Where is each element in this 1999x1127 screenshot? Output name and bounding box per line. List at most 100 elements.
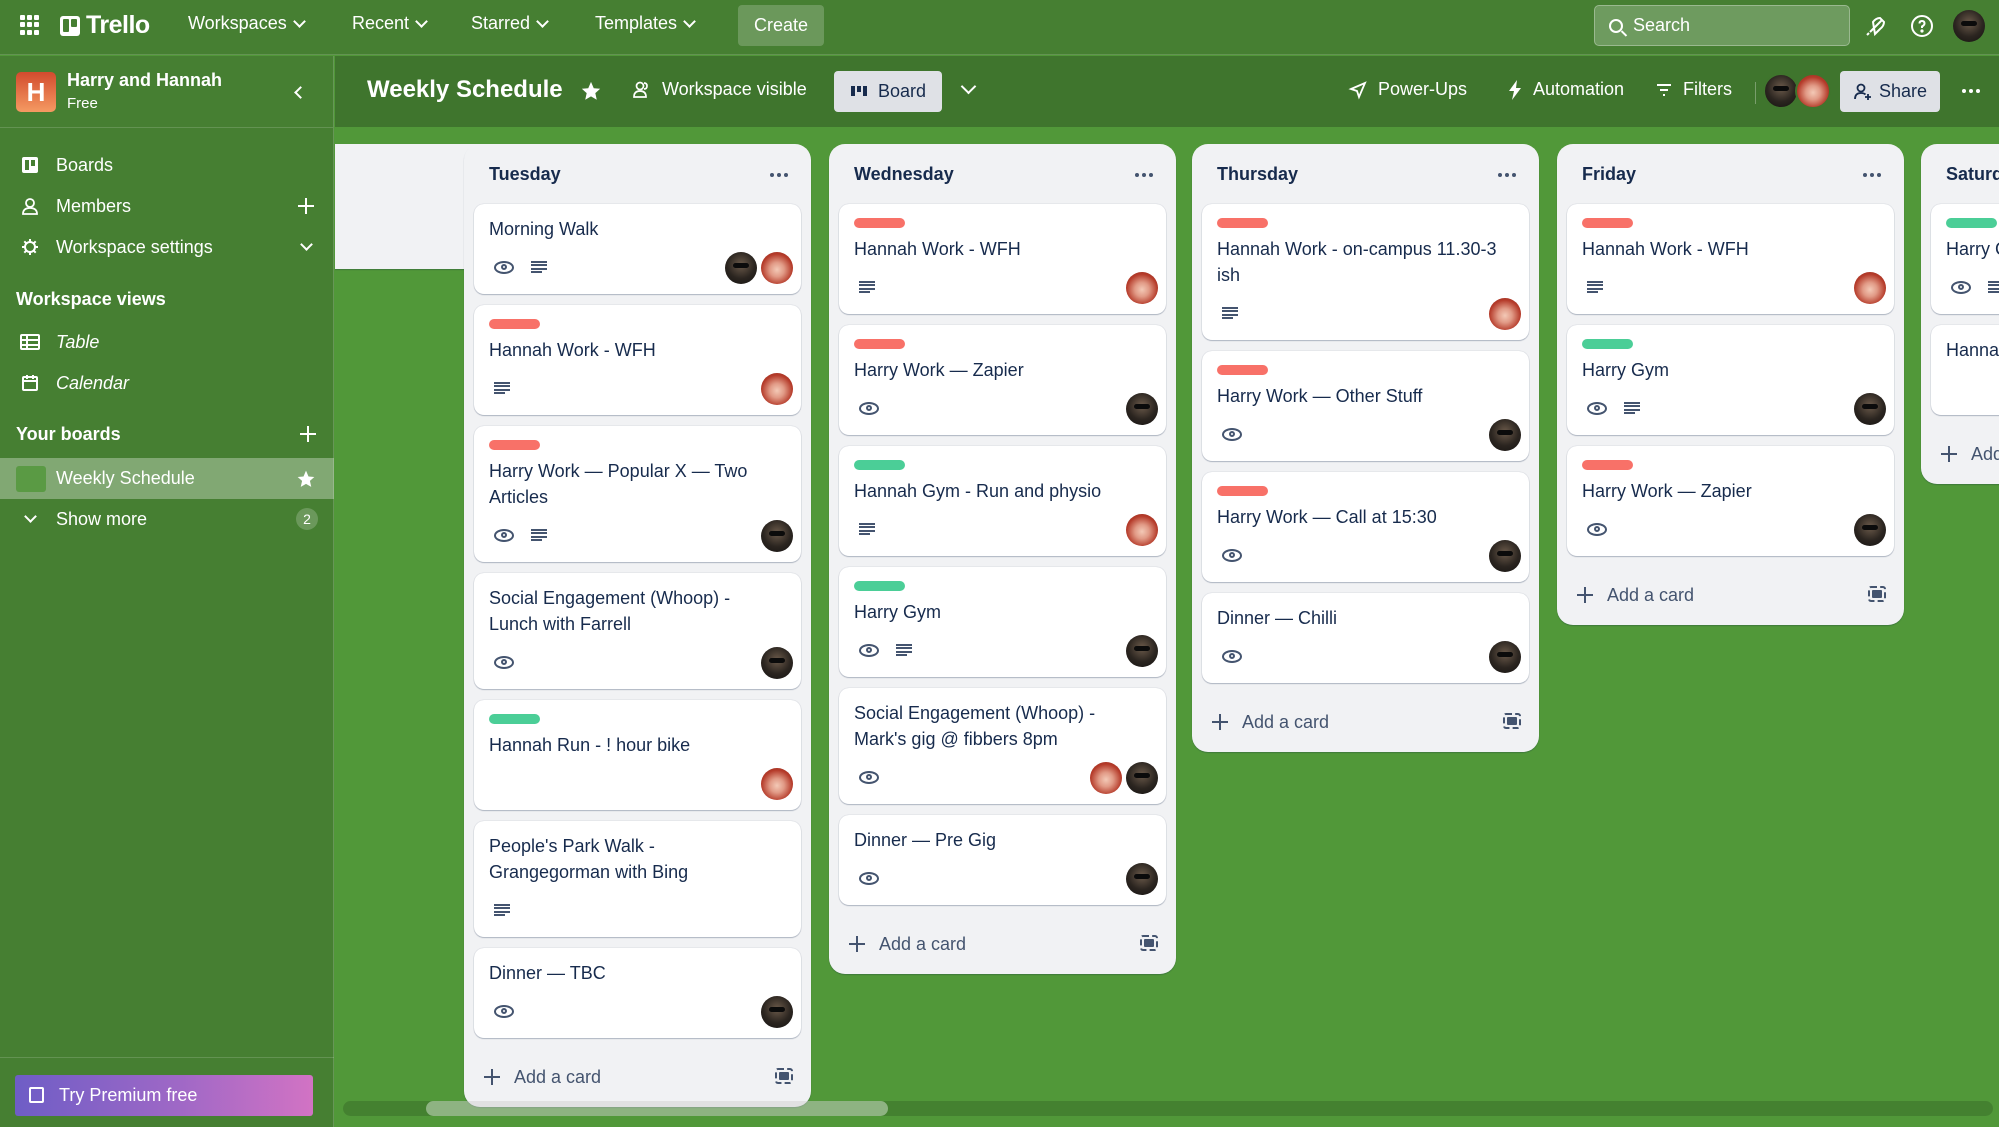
card-label-red[interactable] [489, 440, 540, 450]
board-member-avatar-hannah[interactable] [1795, 73, 1831, 109]
card-template-icon[interactable] [775, 1068, 793, 1084]
list-menu-icon[interactable] [1495, 166, 1519, 184]
add-card-button[interactable]: Add a card [474, 1057, 751, 1097]
card-label-green[interactable] [1582, 339, 1633, 349]
card-label-green[interactable] [489, 714, 540, 724]
sidebar-item-workspace-settings[interactable]: Workspace settings [0, 227, 334, 267]
card[interactable]: Harry Work — Other Stuff [1202, 351, 1529, 461]
card[interactable]: Dinner — Pre Gig [839, 815, 1166, 905]
card-label-red[interactable] [1217, 218, 1268, 228]
card-template-icon[interactable] [1140, 935, 1158, 951]
create-button[interactable]: Create [738, 5, 824, 46]
sidebar-item-table[interactable]: Table [0, 322, 334, 362]
member-avatar-hannah[interactable] [1090, 762, 1122, 794]
share-button[interactable]: Share [1840, 71, 1940, 112]
member-avatar-hannah[interactable] [1489, 298, 1521, 330]
member-avatar-harry[interactable] [761, 996, 793, 1028]
card[interactable]: Harry Gym [1567, 325, 1894, 435]
sidebar-item-calendar[interactable]: Calendar [0, 363, 334, 403]
member-avatar-harry[interactable] [725, 252, 757, 284]
show-more-button[interactable]: Show more 2 [0, 499, 334, 539]
card[interactable]: Harry Work — Call at 15:30 [1202, 472, 1529, 582]
member-avatar-hannah[interactable] [1854, 272, 1886, 304]
card[interactable]: Hannah Work - on-campus 11.30-3 ish [1202, 204, 1529, 340]
automation-button[interactable]: Automation [1507, 79, 1624, 100]
list-title[interactable]: Saturday [1946, 164, 1999, 185]
collapse-sidebar-button[interactable] [280, 75, 316, 109]
card[interactable]: Dinner — TBC [474, 948, 801, 1038]
view-switcher-chevron-icon[interactable] [960, 78, 977, 95]
list-menu-icon[interactable] [1860, 166, 1884, 184]
card-label-red[interactable] [489, 319, 540, 329]
member-avatar-harry[interactable] [1126, 762, 1158, 794]
member-avatar-harry[interactable] [761, 520, 793, 552]
power-ups-button[interactable]: Power-Ups [1348, 79, 1467, 100]
member-avatar-harry[interactable] [1854, 514, 1886, 546]
add-card-button[interactable]: Add a card [1931, 434, 1999, 474]
add-board-button[interactable] [300, 426, 316, 442]
card[interactable]: Hannah Work - WFH [474, 305, 801, 415]
list-title[interactable]: Thursday [1217, 164, 1298, 185]
apps-grid-icon[interactable] [20, 15, 40, 35]
card-label-green[interactable] [854, 460, 905, 470]
card-label-red[interactable] [1582, 218, 1633, 228]
card-label-green[interactable] [854, 581, 905, 591]
card-label-green[interactable] [1946, 218, 1997, 228]
card-template-icon[interactable] [1868, 586, 1886, 602]
card[interactable]: Dinner — Chilli [1202, 593, 1529, 683]
member-avatar-hannah[interactable] [761, 768, 793, 800]
add-card-button[interactable]: Add a card [1202, 702, 1479, 742]
member-avatar-harry[interactable] [1489, 540, 1521, 572]
card-label-red[interactable] [1217, 486, 1268, 496]
member-avatar-harry[interactable] [1126, 635, 1158, 667]
list-title[interactable]: Tuesday [489, 164, 561, 185]
member-avatar-harry[interactable] [761, 647, 793, 679]
try-premium-button[interactable]: Try Premium free [15, 1075, 313, 1116]
trello-logo[interactable]: Trello [60, 11, 150, 40]
nav-workspaces[interactable]: Workspaces [188, 13, 306, 34]
list-title[interactable]: Wednesday [854, 164, 954, 185]
list-menu-icon[interactable] [1132, 166, 1156, 184]
card[interactable]: Harry Gym [1931, 204, 1999, 314]
card[interactable]: Morning Walk [474, 204, 801, 294]
card[interactable]: Hannah [1931, 325, 1999, 415]
sidebar-item-boards[interactable]: Boards [0, 145, 334, 185]
card[interactable]: Hannah Work - WFH [839, 204, 1166, 314]
card[interactable]: Hannah Gym - Run and physio [839, 446, 1166, 556]
board-view-button[interactable]: Board [834, 71, 942, 112]
card[interactable]: People's Park Walk - Grangegorman with B… [474, 821, 801, 937]
card[interactable]: Hannah Work - WFH [1567, 204, 1894, 314]
add-card-button[interactable]: Add a card [839, 924, 1116, 964]
star-icon[interactable] [294, 467, 318, 491]
card[interactable]: Harry Gym [839, 567, 1166, 677]
help-icon[interactable] [1909, 13, 1935, 39]
card[interactable]: Harry Work — Zapier [1567, 446, 1894, 556]
card[interactable]: Harry Work — Zapier [839, 325, 1166, 435]
nav-recent[interactable]: Recent [352, 13, 428, 34]
search-box[interactable] [1594, 5, 1850, 46]
add-card-button[interactable]: Add a card [1567, 575, 1844, 615]
scrollbar-thumb[interactable] [425, 1101, 888, 1116]
member-avatar-harry[interactable] [1489, 641, 1521, 673]
card[interactable]: Harry Work — Popular X — Two Articles [474, 426, 801, 562]
member-avatar-hannah[interactable] [761, 252, 793, 284]
nav-starred[interactable]: Starred [471, 13, 549, 34]
sidebar-board-weekly-schedule[interactable]: Weekly Schedule [0, 458, 334, 499]
search-input[interactable] [1633, 15, 1823, 36]
board-title[interactable]: Weekly Schedule [367, 76, 563, 104]
member-avatar-harry[interactable] [1126, 863, 1158, 895]
card[interactable]: Social Engagement (Whoop) - Mark's gig @… [839, 688, 1166, 804]
list-menu-icon[interactable] [767, 166, 791, 184]
member-avatar-hannah[interactable] [761, 373, 793, 405]
horizontal-scrollbar[interactable] [343, 1101, 1993, 1116]
card-label-red[interactable] [1582, 460, 1633, 470]
add-member-button[interactable] [294, 194, 318, 218]
user-avatar[interactable] [1953, 10, 1985, 42]
member-avatar-hannah[interactable] [1126, 272, 1158, 304]
member-avatar-hannah[interactable] [1126, 514, 1158, 546]
card-label-red[interactable] [854, 218, 905, 228]
list-title[interactable]: Friday [1582, 164, 1636, 185]
card-template-icon[interactable] [1503, 713, 1521, 729]
member-avatar-harry[interactable] [1126, 393, 1158, 425]
sidebar-item-members[interactable]: Members [0, 186, 334, 226]
